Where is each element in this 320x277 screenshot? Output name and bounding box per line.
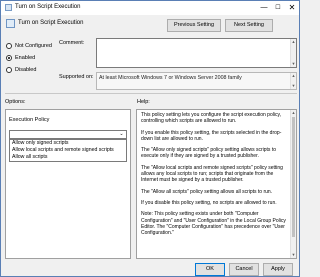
help-paragraph: If you disable this policy setting, no s… bbox=[141, 199, 277, 206]
execution-policy-list: Allow only signed scripts Allow local sc… bbox=[9, 139, 127, 162]
scroll-down-icon[interactable]: ▼ bbox=[291, 83, 296, 89]
help-heading: Help: bbox=[137, 99, 150, 105]
supported-on-box: At least Microsoft Windows 7 or Windows … bbox=[96, 72, 297, 90]
help-text: This policy setting lets you configure t… bbox=[141, 112, 289, 241]
help-panel: This policy setting lets you configure t… bbox=[136, 109, 297, 259]
close-button[interactable]: ✕ bbox=[285, 1, 299, 15]
previous-setting-button[interactable]: Previous Setting bbox=[167, 19, 221, 32]
help-scroll-thumb[interactable] bbox=[292, 117, 295, 237]
comment-textarea[interactable]: ▲ ▼ bbox=[96, 38, 297, 68]
radio-circle-enabled[interactable] bbox=[6, 55, 12, 61]
dialog-window: Turn on Script Execution — ☐ ✕ Turn on S… bbox=[0, 0, 300, 277]
scroll-down-icon[interactable]: ▼ bbox=[291, 61, 296, 67]
radio-circle-disabled[interactable] bbox=[6, 67, 12, 73]
comment-label: Comment: bbox=[59, 40, 85, 46]
setting-icon bbox=[6, 19, 15, 28]
dropdown-option-all[interactable]: Allow all scripts bbox=[10, 154, 126, 161]
scroll-up-icon[interactable]: ▲ bbox=[291, 110, 296, 116]
help-paragraph: This policy setting lets you configure t… bbox=[141, 112, 281, 125]
radio-label-enabled: Enabled bbox=[15, 55, 36, 61]
help-paragraph: The "Allow all scripts" policy setting a… bbox=[141, 188, 273, 195]
next-setting-button[interactable]: Next Setting bbox=[225, 19, 273, 32]
help-paragraph: The "Allow local scripts and remote sign… bbox=[141, 164, 283, 184]
dropdown-option-remote-signed[interactable]: Allow local scripts and remote signed sc… bbox=[10, 147, 126, 154]
scroll-up-icon[interactable]: ▲ bbox=[291, 39, 296, 45]
window-title: Turn on Script Execution bbox=[15, 4, 81, 10]
options-panel: Execution Policy ⌄ Allow only signed scr… bbox=[5, 109, 131, 259]
supported-on-value: At least Microsoft Windows 7 or Windows … bbox=[99, 75, 242, 81]
help-scrollbar[interactable]: ▲ ▼ bbox=[290, 110, 296, 258]
policy-icon bbox=[5, 4, 12, 11]
scroll-up-icon[interactable]: ▲ bbox=[291, 73, 296, 79]
dropdown-option-signed[interactable]: Allow only signed scripts bbox=[10, 140, 126, 147]
apply-button[interactable]: Apply bbox=[263, 263, 293, 276]
title-bar[interactable]: Turn on Script Execution — ☐ ✕ bbox=[1, 1, 299, 15]
supported-on-label: Supported on: bbox=[59, 74, 94, 80]
cancel-button[interactable]: Cancel bbox=[229, 263, 259, 276]
radio-label-not-configured: Not Configured bbox=[15, 43, 52, 49]
setting-title: Turn on Script Execution bbox=[18, 20, 84, 26]
ok-button[interactable]: OK bbox=[195, 263, 225, 276]
supported-scrollbar[interactable]: ▲ ▼ bbox=[290, 73, 296, 89]
radio-enabled[interactable]: Enabled bbox=[6, 55, 35, 61]
maximize-button[interactable]: ☐ bbox=[271, 1, 285, 15]
radio-label-disabled: Disabled bbox=[15, 67, 37, 73]
execution-policy-dropdown[interactable]: ⌄ bbox=[9, 130, 127, 139]
radio-disabled[interactable]: Disabled bbox=[6, 67, 36, 73]
section-divider bbox=[5, 93, 297, 94]
help-paragraph: Note: This policy setting exists under b… bbox=[141, 211, 286, 237]
execution-policy-label: Execution Policy bbox=[9, 117, 50, 123]
help-paragraph: The "Allow only signed scripts" policy s… bbox=[141, 147, 276, 160]
radio-circle-not-configured[interactable] bbox=[6, 43, 12, 49]
comment-scrollbar[interactable]: ▲ ▼ bbox=[290, 39, 296, 67]
minimize-button[interactable]: — bbox=[257, 1, 271, 15]
options-heading: Options: bbox=[5, 99, 26, 105]
scroll-down-icon[interactable]: ▼ bbox=[291, 252, 296, 258]
radio-not-configured[interactable]: Not Configured bbox=[6, 43, 52, 49]
help-paragraph: If you enable this policy setting, the s… bbox=[141, 129, 282, 142]
chevron-down-icon[interactable]: ⌄ bbox=[118, 131, 125, 138]
